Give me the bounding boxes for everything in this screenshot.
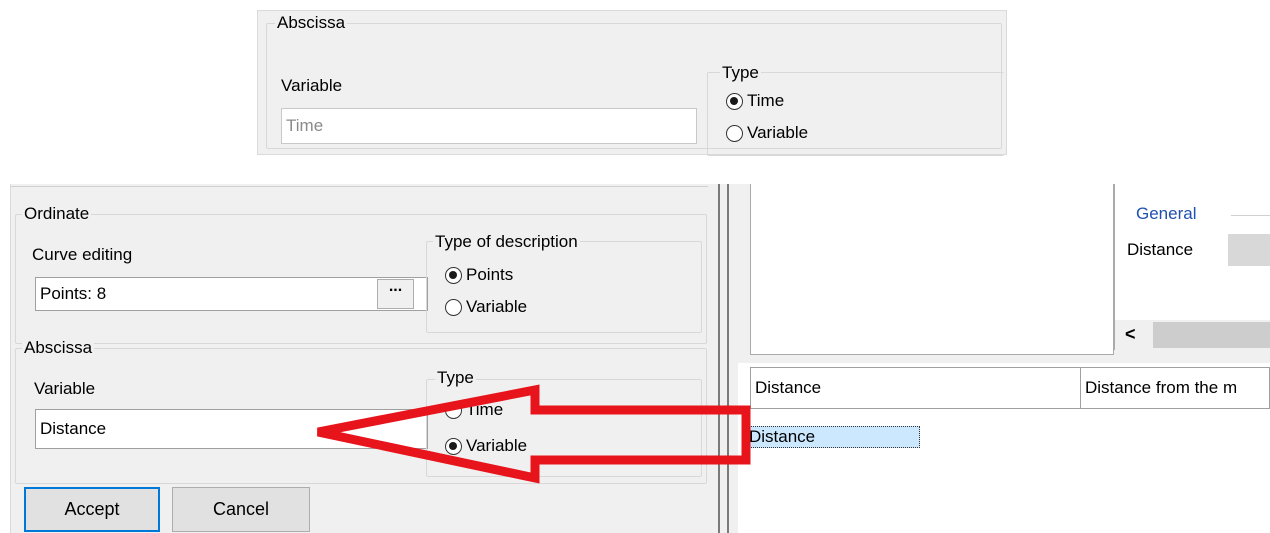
right-panel: General Distance < Distance Distance fro… <box>738 184 1270 533</box>
curve-dialog: Ordinate Curve editing Points: 8 ... Typ… <box>10 184 710 533</box>
general-section-title: General <box>1136 204 1197 223</box>
scroll-thumb[interactable] <box>1153 322 1270 348</box>
ordinate-title: Ordinate <box>22 204 92 224</box>
dialog-abscissa-title: Abscissa <box>22 338 95 358</box>
radio-variable-indicator[interactable] <box>726 124 743 142</box>
general-section-line <box>1231 215 1270 216</box>
curve-editing-value: Points: 8 <box>40 284 107 303</box>
radio-points-indicator[interactable] <box>445 266 462 284</box>
cancel-button[interactable]: Cancel <box>172 487 310 532</box>
description-field[interactable]: Distance from the m <box>1080 367 1270 409</box>
splitter-line-1 <box>718 184 720 533</box>
radio-time-label: Time <box>747 91 785 110</box>
scroll-left-icon[interactable]: < <box>1125 324 1136 345</box>
radio-time-indicator[interactable] <box>726 92 743 110</box>
radio-time[interactable]: Time <box>726 91 784 111</box>
dialog-radio-time-indicator[interactable] <box>445 401 462 419</box>
dialog-radio-time[interactable]: Time <box>445 400 503 420</box>
dialog-radio-variable-indicator[interactable] <box>445 437 462 455</box>
curve-editing-label: Curve editing <box>32 245 133 264</box>
splitter[interactable] <box>708 184 738 533</box>
radio-variable-label: Variable <box>747 123 809 142</box>
horizontal-scrollbar[interactable]: < <box>1115 320 1270 350</box>
dialog-radio-variable-label: Variable <box>466 436 528 455</box>
browse-points-label: ... <box>388 278 403 295</box>
dialog-variable-input[interactable]: Distance <box>35 409 428 449</box>
variable-input[interactable]: Time <box>281 108 697 144</box>
selected-item-distance[interactable]: Distance <box>746 426 920 448</box>
dialog-variable-label: Variable <box>34 379 96 398</box>
curve-editing-field[interactable]: Points: 8 <box>35 277 428 311</box>
dialog-type-groupbox: Type Time Variable <box>426 368 702 477</box>
dialog-abscissa-groupbox: Abscissa Variable Distance Type Time Var… <box>15 338 707 484</box>
abscissa-groupbox: Abscissa Variable Time Type Time Variabl… <box>266 13 1004 156</box>
browse-points-button[interactable]: ... <box>377 279 414 309</box>
preview-box <box>750 184 1114 355</box>
radio-description-variable-label: Variable <box>466 297 528 316</box>
type-of-description-groupbox: Type of description Points Variable <box>426 232 702 333</box>
abscissa-title: Abscissa <box>275 13 348 33</box>
radio-variable[interactable]: Variable <box>726 123 808 143</box>
list-item-distance-label: Distance <box>1127 240 1194 259</box>
accept-button[interactable]: Accept <box>24 487 160 532</box>
dialog-type-title: Type <box>435 368 476 388</box>
properties-list: General Distance < <box>1114 184 1270 350</box>
splitter-line-2 <box>727 184 729 533</box>
right-upper-area: General Distance < <box>738 184 1270 363</box>
dialog-top-divider <box>11 186 709 187</box>
top-abscissa-panel: Abscissa Variable Time Type Time Variabl… <box>257 10 1007 156</box>
radio-points[interactable]: Points <box>445 265 513 285</box>
dialog-radio-variable[interactable]: Variable <box>445 436 527 456</box>
type-groupbox: Type Time Variable <box>707 63 1004 156</box>
name-field[interactable]: Distance <box>750 367 1081 409</box>
radio-points-label: Points <box>466 265 514 284</box>
type-of-description-title: Type of description <box>433 232 580 252</box>
radio-description-variable[interactable]: Variable <box>445 297 527 317</box>
list-item-distance[interactable]: Distance <box>1117 234 1270 266</box>
dialog-radio-time-label: Time <box>466 400 504 419</box>
accept-button-label: Accept <box>64 499 120 519</box>
radio-description-variable-indicator[interactable] <box>445 298 462 316</box>
type-title: Type <box>720 63 761 83</box>
ordinate-groupbox: Ordinate Curve editing Points: 8 ... Typ… <box>15 204 707 344</box>
cancel-button-label: Cancel <box>212 499 270 519</box>
variable-label: Variable <box>281 76 343 95</box>
